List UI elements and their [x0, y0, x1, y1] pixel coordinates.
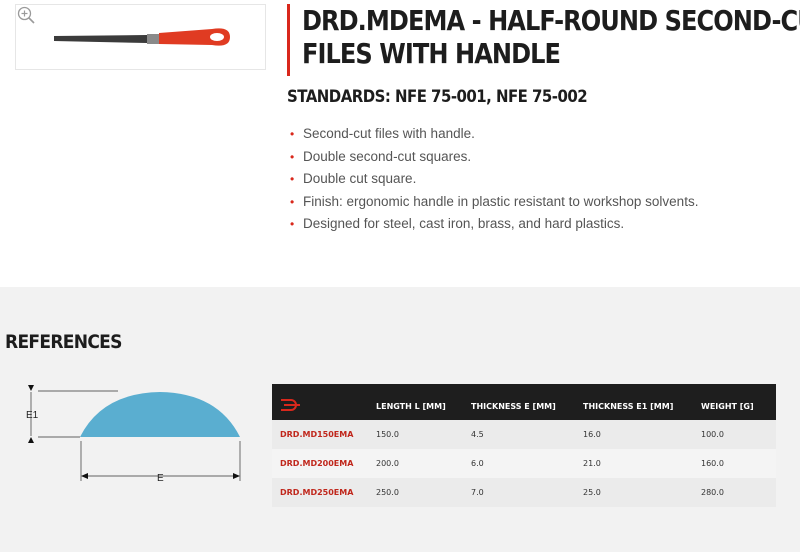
standards-heading: STANDARDS: NFE 75-001, NFE 75-002 — [287, 87, 588, 107]
feature-list: • Second-cut files with handle. • Double s… — [290, 123, 698, 236]
brand-logo-cell — [272, 384, 376, 420]
table-header-row: LENGTH L [MM] THICKNESS E [MM] THICKNESS… — [272, 384, 776, 420]
list-item: • Designed for steel, cast iron, brass, a… — [290, 213, 698, 236]
reference-code[interactable]: DRD.MD150EMA — [272, 420, 376, 449]
footer-band — [0, 542, 800, 552]
reference-code[interactable]: DRD.MD200EMA — [272, 449, 376, 478]
table-row[interactable]: DRD.MD200EMA 200.0 6.0 21.0 160.0 — [272, 449, 776, 478]
list-item: • Finish: ergonomic handle in plastic res… — [290, 191, 698, 214]
e-label: E — [157, 473, 164, 484]
table-row[interactable]: DRD.MD150EMA 150.0 4.5 16.0 100.0 — [272, 420, 776, 449]
bullet-icon: • — [290, 149, 295, 164]
column-header-thickness-e[interactable]: THICKNESS E [MM] — [471, 384, 583, 420]
thickness-e-cell: 4.5 — [471, 430, 484, 439]
weight-cell: 160.0 — [701, 459, 724, 468]
thickness-e-cell: 7.0 — [471, 488, 484, 497]
file-illustration — [54, 28, 230, 46]
zoom-in-icon[interactable] — [16, 5, 36, 25]
reference-code[interactable]: DRD.MD250EMA — [272, 478, 376, 507]
page-title-block: DRD.MDEMA - HALF-ROUND SECOND-CUT FILES … — [287, 4, 800, 76]
length-cell: 250.0 — [376, 488, 399, 497]
brand-logo-icon — [281, 399, 300, 411]
product-image[interactable] — [15, 4, 266, 70]
column-header-length[interactable]: LENGTH L [MM] — [376, 384, 471, 420]
page-title-line-1: DRD.MDEMA - HALF-ROUND SECOND-CUT — [302, 4, 800, 37]
list-item: • Double cut square. — [290, 168, 698, 191]
list-item: • Second-cut files with handle. — [290, 123, 698, 146]
bullet-icon: • — [290, 127, 295, 141]
thickness-e1-cell: 21.0 — [583, 459, 601, 468]
length-cell: 150.0 — [376, 430, 399, 439]
half-round-profile-diagram: E1 E — [26, 385, 241, 484]
profile-shape — [80, 392, 240, 437]
length-cell: 200.0 — [376, 459, 399, 468]
page-title-line-2: FILES WITH HANDLE — [302, 37, 561, 70]
weight-cell: 100.0 — [701, 430, 724, 439]
weight-cell: 280.0 — [701, 488, 724, 497]
bullet-icon: • — [290, 194, 295, 209]
column-header-weight[interactable]: WEIGHT [G] — [701, 384, 776, 420]
e1-label: E1 — [26, 410, 39, 421]
column-header-thickness-e1[interactable]: THICKNESS E1 [MM] — [583, 384, 701, 420]
table-row[interactable]: DRD.MD250EMA 250.0 7.0 25.0 280.0 — [272, 478, 776, 507]
bullet-icon: • — [290, 172, 295, 187]
references-table: LENGTH L [MM] THICKNESS E [MM] THICKNESS… — [272, 384, 776, 507]
bullet-icon: • — [290, 217, 295, 232]
thickness-e1-cell: 16.0 — [583, 430, 601, 439]
list-item: • Double second-cut squares. — [290, 146, 698, 169]
thickness-e1-cell: 25.0 — [583, 488, 601, 497]
thickness-e-cell: 6.0 — [471, 459, 484, 468]
references-heading: REFERENCES — [5, 331, 122, 353]
